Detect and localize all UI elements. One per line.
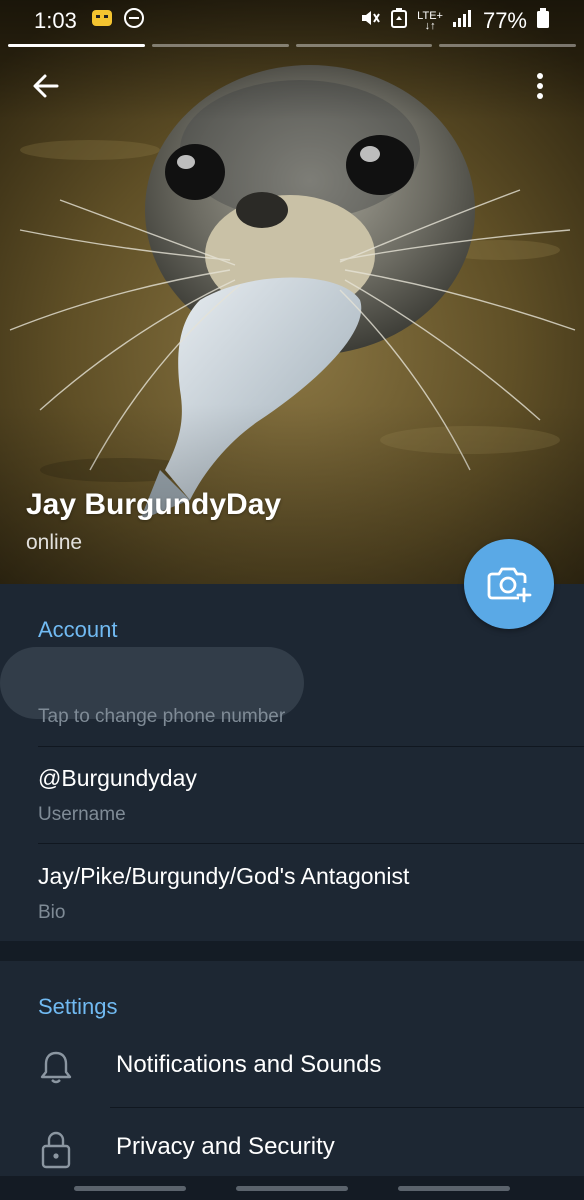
settings-section-title: Settings — [38, 994, 118, 1019]
nav-back-button[interactable] — [398, 1186, 510, 1191]
settings-item-label: Privacy and Security — [116, 1133, 335, 1160]
photo-progress-bars — [8, 44, 576, 48]
status-bar: 1:03 LTE+ ↓↑ 77% — [0, 0, 584, 42]
app-notification-icon — [91, 8, 113, 34]
phone-hint[interactable]: Tap to change phone number — [38, 706, 285, 728]
profile-photo[interactable]: 1:03 LTE+ ↓↑ 77% Jay BurgundyDay online — [0, 0, 584, 584]
lte-data-icon: LTE+ ↓↑ — [417, 11, 443, 32]
username-label: Username — [38, 804, 126, 825]
photo-progress-segment[interactable] — [8, 44, 145, 47]
battery-percent: 77% — [482, 8, 527, 33]
battery-saver-icon — [390, 7, 408, 35]
system-navigation-bar — [0, 1176, 584, 1200]
bio-label: Bio — [38, 902, 66, 923]
divider — [110, 1107, 584, 1108]
camera-add-icon — [487, 567, 532, 603]
mute-vibrate-icon — [359, 7, 381, 35]
photo-progress-segment[interactable] — [151, 44, 289, 47]
status-left-icons — [91, 7, 145, 35]
settings-item-notifications[interactable]: Notifications and Sounds — [0, 1027, 584, 1107]
section-separator — [0, 941, 584, 961]
profile-status: online — [26, 531, 83, 554]
nav-home-button[interactable] — [236, 1186, 348, 1191]
do-not-disturb-icon — [123, 7, 145, 35]
nav-recents-button[interactable] — [74, 1186, 186, 1191]
profile-screen: 1:03 LTE+ ↓↑ 77% Jay BurgundyDay online … — [0, 0, 584, 1200]
divider — [38, 746, 584, 747]
username-value[interactable]: @Burgundyday — [38, 765, 197, 792]
back-button[interactable] — [22, 62, 70, 110]
signal-icon — [452, 8, 474, 34]
divider — [38, 843, 584, 844]
photo-progress-segment[interactable] — [439, 44, 576, 47]
more-vertical-icon — [537, 73, 543, 99]
data-arrows-icon: ↓↑ — [424, 20, 436, 32]
account-section-title: Account — [38, 617, 118, 642]
bell-icon — [36, 1047, 76, 1087]
battery-icon — [536, 7, 550, 35]
photo-progress-segment[interactable] — [295, 44, 433, 47]
profile-name: Jay BurgundyDay — [26, 488, 282, 521]
status-time: 1:03 — [34, 8, 77, 33]
lock-icon — [36, 1129, 76, 1169]
more-options-button[interactable] — [516, 62, 564, 110]
settings-item-label: Notifications and Sounds — [116, 1051, 382, 1078]
set-photo-button[interactable] — [464, 539, 554, 629]
bio-value[interactable]: Jay/Pike/Burgundy/God's Antagonist — [38, 863, 409, 890]
arrow-left-icon — [33, 74, 59, 98]
status-right-icons: LTE+ ↓↑ 77% — [359, 7, 550, 35]
